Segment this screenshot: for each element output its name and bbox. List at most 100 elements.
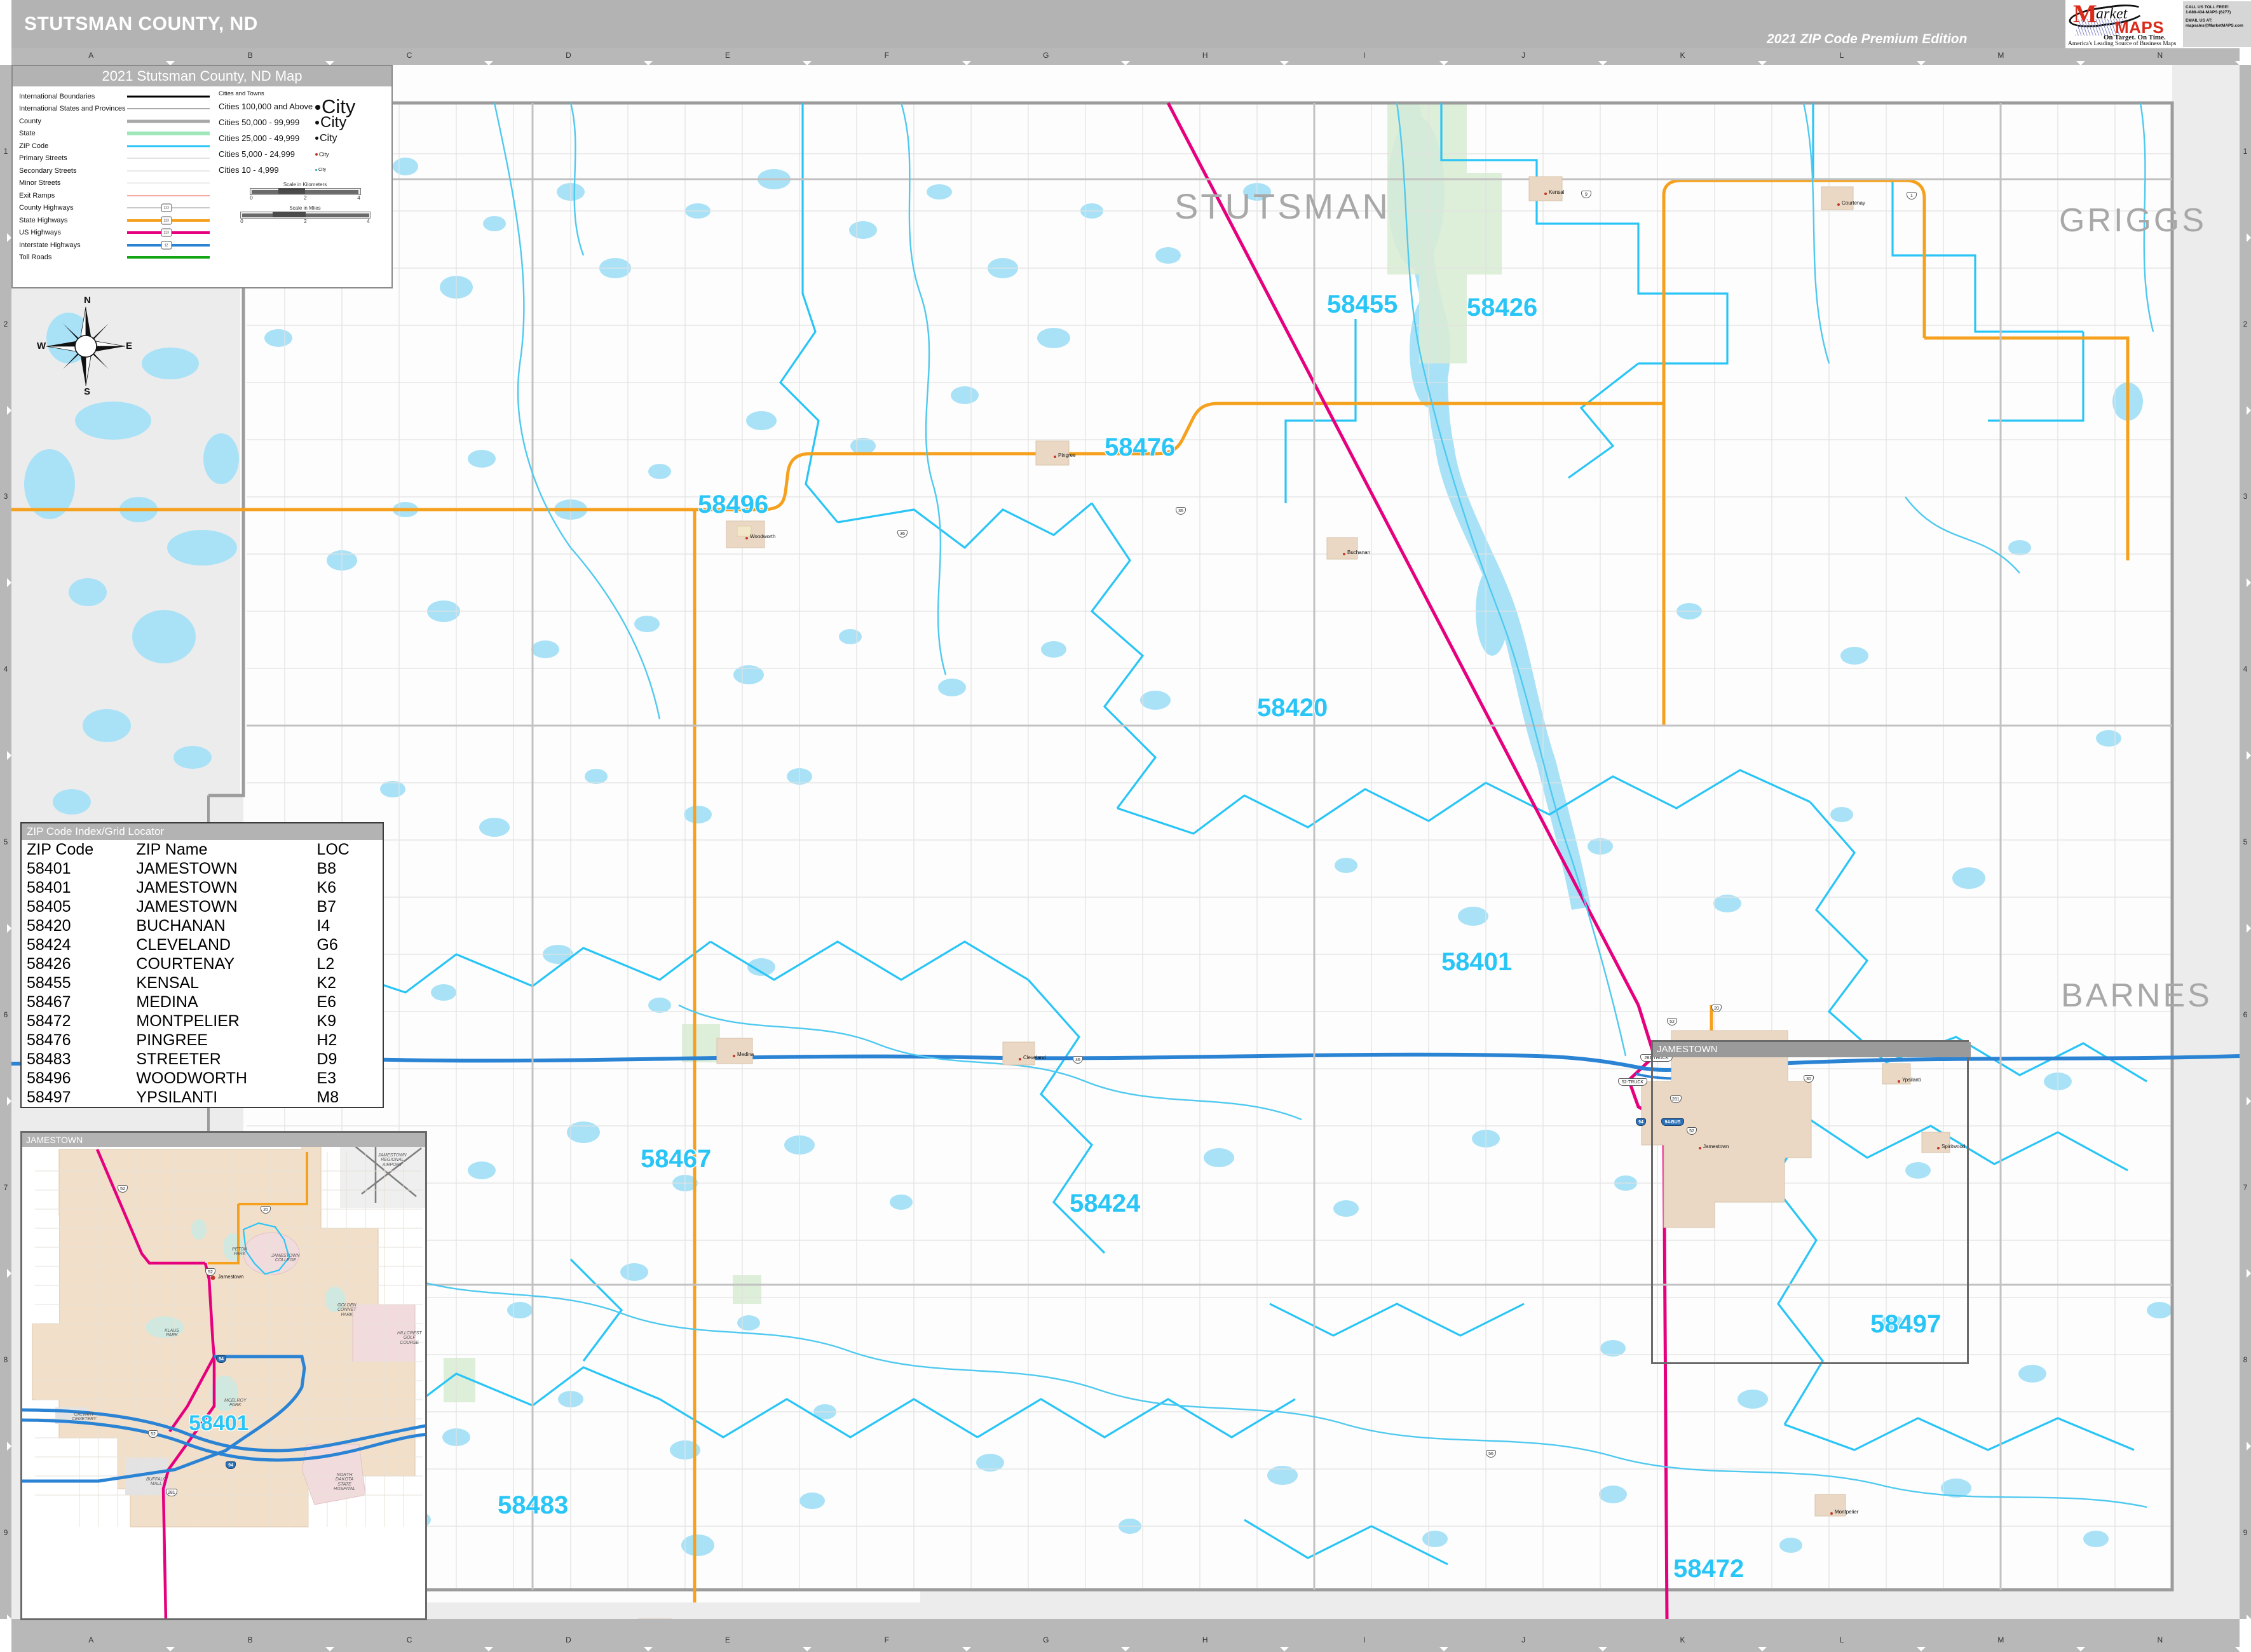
grid-col-j: J xyxy=(1521,1635,1526,1644)
legend-row-international-boundaries: International Boundaries xyxy=(19,90,216,103)
scale-mi-bar xyxy=(240,212,371,219)
city-dot-icon xyxy=(1699,1147,1701,1149)
zip-index-body: 58401 JAMESTOWN B8 58401 JAMESTOWN K6 58405 JAM… xyxy=(22,859,383,1107)
zip-index-row: 58455 KENSAL K2 xyxy=(22,973,383,992)
legend-row-county-highways: County Highways 123 xyxy=(19,202,216,215)
zip-index-cell-code: 58472 xyxy=(27,1012,71,1030)
legend-feature-swatch: 12 xyxy=(127,241,216,250)
zip-index-cell-name: KENSAL xyxy=(136,973,200,992)
legend-feature-label: US Highways xyxy=(19,229,62,237)
grid-col-b: B xyxy=(247,51,253,60)
grid-col-m: M xyxy=(1997,1635,2004,1644)
inset-poi-golden: GOLDEN CONNET PARK xyxy=(337,1303,357,1317)
legend-highway-shield-icon: 123 xyxy=(161,203,172,212)
grid-row-1: 1 xyxy=(3,146,8,156)
zip-index-row: 58467 MEDINA E6 xyxy=(22,992,383,1012)
legend-feature-label: International Boundaries xyxy=(19,92,95,100)
city-name-ypsilanti: Ypsilanti xyxy=(1902,1077,1921,1083)
legend-feature-label: Toll Roads xyxy=(19,254,52,262)
grid-tick xyxy=(2247,233,2251,242)
map-zip-label-58483: 58483 xyxy=(498,1491,569,1519)
legend-city-class-label: Cities 5,000 - 24,999 xyxy=(219,149,295,159)
zip-code-index-panel: ZIP Code Index/Grid Locator ZIP Code ZIP… xyxy=(20,822,384,1108)
highway-shield-icon: 94-BUS xyxy=(1661,1118,1684,1126)
legend-title: 2021 Stutsman County, ND Map xyxy=(13,66,391,86)
contact-box: CALL US TOLL FREE! 1-888-434-MAPS (6277)… xyxy=(2183,1,2251,47)
highway-shield-icon: 52-TRUCK xyxy=(1618,1078,1647,1086)
legend-city-example: City xyxy=(315,151,329,158)
grid-ruler-top: A B C D E F G H I J K L M N xyxy=(11,48,2244,65)
zip-index-row: 58483 STREETER D9 xyxy=(22,1050,383,1069)
zip-index-cell-name: JAMESTOWN xyxy=(136,859,238,877)
grid-col-a: A xyxy=(88,1635,94,1644)
zip-index-cell-name: COURTENAY xyxy=(136,954,235,973)
legend-feature-swatch xyxy=(127,117,216,126)
map-zip-label-58420: 58420 xyxy=(1257,694,1328,722)
highway-shield-icon: 281-TRUCK xyxy=(1640,1054,1673,1062)
grid-row-6: 6 xyxy=(2243,1010,2248,1019)
grid-col-f: F xyxy=(884,1635,890,1644)
grid-col-c: C xyxy=(406,51,412,60)
zip-index-cell-code: 58455 xyxy=(27,973,71,992)
grid-row-4: 4 xyxy=(2243,665,2248,674)
inset-poi-north: NORTH DAKOTA STATE HOSPITAL xyxy=(334,1473,356,1492)
city-name-pingree: Pingree xyxy=(1058,452,1076,458)
inset-poi-peton: PETON PARK xyxy=(232,1247,247,1257)
city-dot-icon xyxy=(745,537,748,539)
map-zip-label-58401: 58401 xyxy=(1441,948,1513,976)
grid-row-9: 9 xyxy=(3,1528,8,1538)
zip-index-header-loc: LOC xyxy=(316,840,350,858)
zip-index-header-row: ZIP Code ZIP Name LOC xyxy=(22,840,383,859)
zip-index-cell-code: 58424 xyxy=(27,935,71,954)
zip-index-cell-name: WOODWORTH xyxy=(136,1069,247,1087)
grid-tick xyxy=(803,1647,812,1651)
compass-south-label: S xyxy=(84,386,91,397)
zip-index-row: 58426 COURTENAY L2 xyxy=(22,954,383,973)
zip-index-table: ZIP Code ZIP Name LOC 58401 JAMESTOWN B8 58… xyxy=(22,840,383,1107)
grid-row-3: 3 xyxy=(2243,492,2248,501)
jamestown-inset-map[interactable]: JAMESTOWN 58401 JAMESTOWN REGIONAL AIRPO… xyxy=(20,1131,427,1620)
legend-body: International Boundaries International St… xyxy=(13,86,391,288)
city-name-montpelier: Montpelier xyxy=(1835,1509,1859,1515)
legend-city-class-label: Cities 25,000 - 49,999 xyxy=(219,133,300,143)
legend-feature-label: County Highways xyxy=(19,204,74,212)
legend-cities-header: Cities and Towns xyxy=(219,90,264,97)
scale-km-bar xyxy=(249,188,361,195)
contact-email-label: EMAIL US AT: xyxy=(2186,18,2213,24)
legend-highway-shield-icon: 12 xyxy=(161,241,172,250)
grid-col-l: L xyxy=(1839,51,1844,60)
map-zip-label-58426: 58426 xyxy=(1467,294,1538,322)
zip-index-row: 58476 PINGREE H2 xyxy=(22,1031,383,1050)
legend-row-us-highways: US Highways 123 xyxy=(19,227,216,240)
legend-feature-swatch xyxy=(127,166,216,175)
grid-col-f: F xyxy=(884,51,890,60)
scale-mi-caption: Scale in Miles xyxy=(289,205,321,211)
legend-feature-swatch xyxy=(127,179,216,187)
grid-col-h: H xyxy=(1202,51,1208,60)
grid-col-e: E xyxy=(724,1635,730,1644)
grid-row-5: 5 xyxy=(3,837,8,846)
grid-row-2: 2 xyxy=(3,319,8,328)
legend-city-class-row: Cities 5,000 - 24,999 City xyxy=(219,146,391,162)
zip-index-cell-name: JAMESTOWN xyxy=(136,897,238,916)
legend-city-class-label: Cities 10 - 4,999 xyxy=(219,165,279,175)
grid-tick xyxy=(484,1647,494,1651)
map-zip-label-58424: 58424 xyxy=(1070,1189,1141,1217)
zip-index-row: 58420 BUCHANAN I4 xyxy=(22,916,383,935)
map-zip-label-58467: 58467 xyxy=(641,1145,712,1173)
legend-feature-swatch xyxy=(127,129,216,138)
legend-cities-block: Cities and Towns Cities 100,000 and Abov… xyxy=(216,90,391,288)
city-name-kensal: Kensal xyxy=(1549,189,1565,195)
zip-index-cell-code: 58401 xyxy=(27,859,71,877)
zip-index-cell-loc: I4 xyxy=(316,916,330,935)
grid-tick xyxy=(7,1269,11,1278)
legend-feature-label: Interstate Highways xyxy=(19,241,81,249)
legend-city-example: City xyxy=(315,114,346,132)
grid-tick xyxy=(7,1615,11,1623)
legend-feature-label: Exit Ramps xyxy=(19,191,55,200)
grid-col-i: I xyxy=(1363,1635,1366,1644)
city-dot-icon xyxy=(1019,1058,1021,1060)
map-zip-label-58497: 58497 xyxy=(1870,1310,1942,1338)
grid-tick xyxy=(2247,1442,2251,1451)
grid-tick xyxy=(2235,1647,2244,1651)
